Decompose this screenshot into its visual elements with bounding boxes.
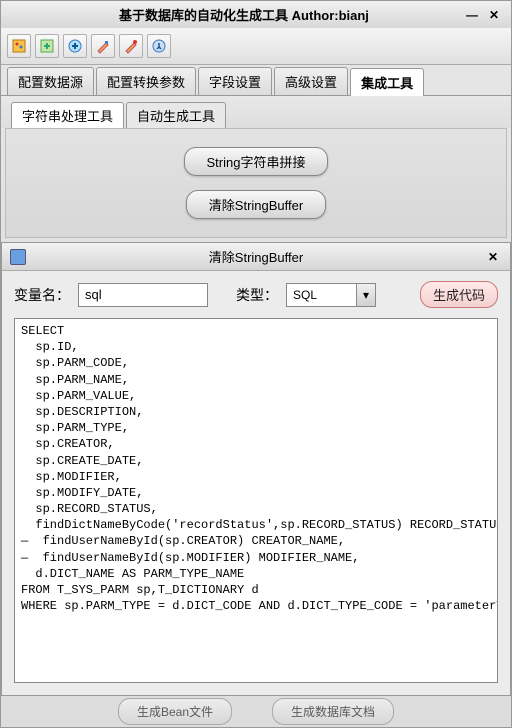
sub-titlebar: 清除StringBuffer ✕ bbox=[2, 243, 510, 271]
sub-window-title: 清除StringBuffer bbox=[32, 247, 480, 266]
type-combo-input[interactable] bbox=[286, 283, 356, 307]
titlebar: 基于数据库的自动化生成工具 Author:bianj — ✕ bbox=[1, 1, 511, 28]
type-combo[interactable]: ▾ bbox=[286, 283, 376, 307]
close-button[interactable]: ✕ bbox=[485, 6, 503, 24]
string-concat-button[interactable]: String字符串拼接 bbox=[184, 147, 329, 176]
chevron-down-icon[interactable]: ▾ bbox=[356, 283, 376, 307]
toolbar-icon-1[interactable] bbox=[7, 34, 31, 58]
sub-tabs: 字符串处理工具 自动生成工具 bbox=[1, 96, 511, 128]
main-tabs: 配置数据源 配置转换参数 字段设置 高级设置 集成工具 bbox=[1, 65, 511, 96]
main-window: 基于数据库的自动化生成工具 Author:bianj — ✕ 配置数据源 配置转… bbox=[0, 0, 512, 728]
toolbar-icon-6[interactable] bbox=[147, 34, 171, 58]
bottom-buttons: 生成Bean文件 生成数据库文档 bbox=[1, 696, 511, 727]
var-label: 变量名： bbox=[14, 285, 70, 305]
subtab-string-tools[interactable]: 字符串处理工具 bbox=[11, 102, 124, 128]
form-row: 变量名： 类型： ▾ 生成代码 bbox=[2, 271, 510, 318]
tab-advanced[interactable]: 高级设置 bbox=[274, 67, 348, 95]
toolbar-icon-2[interactable] bbox=[35, 34, 59, 58]
gen-bean-button[interactable]: 生成Bean文件 bbox=[118, 698, 232, 725]
toolbar bbox=[1, 28, 511, 65]
close-icon: ✕ bbox=[488, 250, 498, 264]
toolbar-icon-5[interactable] bbox=[119, 34, 143, 58]
window-title: 基于数据库的自动化生成工具 Author:bianj bbox=[29, 5, 459, 24]
toolbar-icon-3[interactable] bbox=[63, 34, 87, 58]
generate-code-button[interactable]: 生成代码 bbox=[420, 281, 498, 308]
code-textarea[interactable]: SELECT sp.ID, sp.PARM_CODE, sp.PARM_NAME… bbox=[14, 318, 498, 683]
sub-close-button[interactable]: ✕ bbox=[484, 248, 502, 266]
subtab-auto-gen[interactable]: 自动生成工具 bbox=[126, 102, 226, 128]
type-label: 类型： bbox=[236, 285, 278, 305]
clear-stringbuffer-button[interactable]: 清除StringBuffer bbox=[186, 190, 326, 219]
tab-datasource[interactable]: 配置数据源 bbox=[7, 67, 94, 95]
sub-window-icon bbox=[10, 249, 26, 265]
toolbar-icon-4[interactable] bbox=[91, 34, 115, 58]
tab-convert-params[interactable]: 配置转换参数 bbox=[96, 67, 196, 95]
tab-integration-tools[interactable]: 集成工具 bbox=[350, 68, 424, 96]
gen-db-doc-button[interactable]: 生成数据库文档 bbox=[272, 698, 394, 725]
close-icon: ✕ bbox=[489, 8, 499, 22]
tab-field-settings[interactable]: 字段设置 bbox=[198, 67, 272, 95]
panel-body: String字符串拼接 清除StringBuffer bbox=[5, 128, 507, 238]
sub-window: 清除StringBuffer ✕ 变量名： 类型： ▾ 生成代码 SELECT … bbox=[1, 242, 511, 696]
minimize-icon: — bbox=[466, 8, 478, 22]
minimize-button[interactable]: — bbox=[463, 6, 481, 24]
var-name-input[interactable] bbox=[78, 283, 208, 307]
